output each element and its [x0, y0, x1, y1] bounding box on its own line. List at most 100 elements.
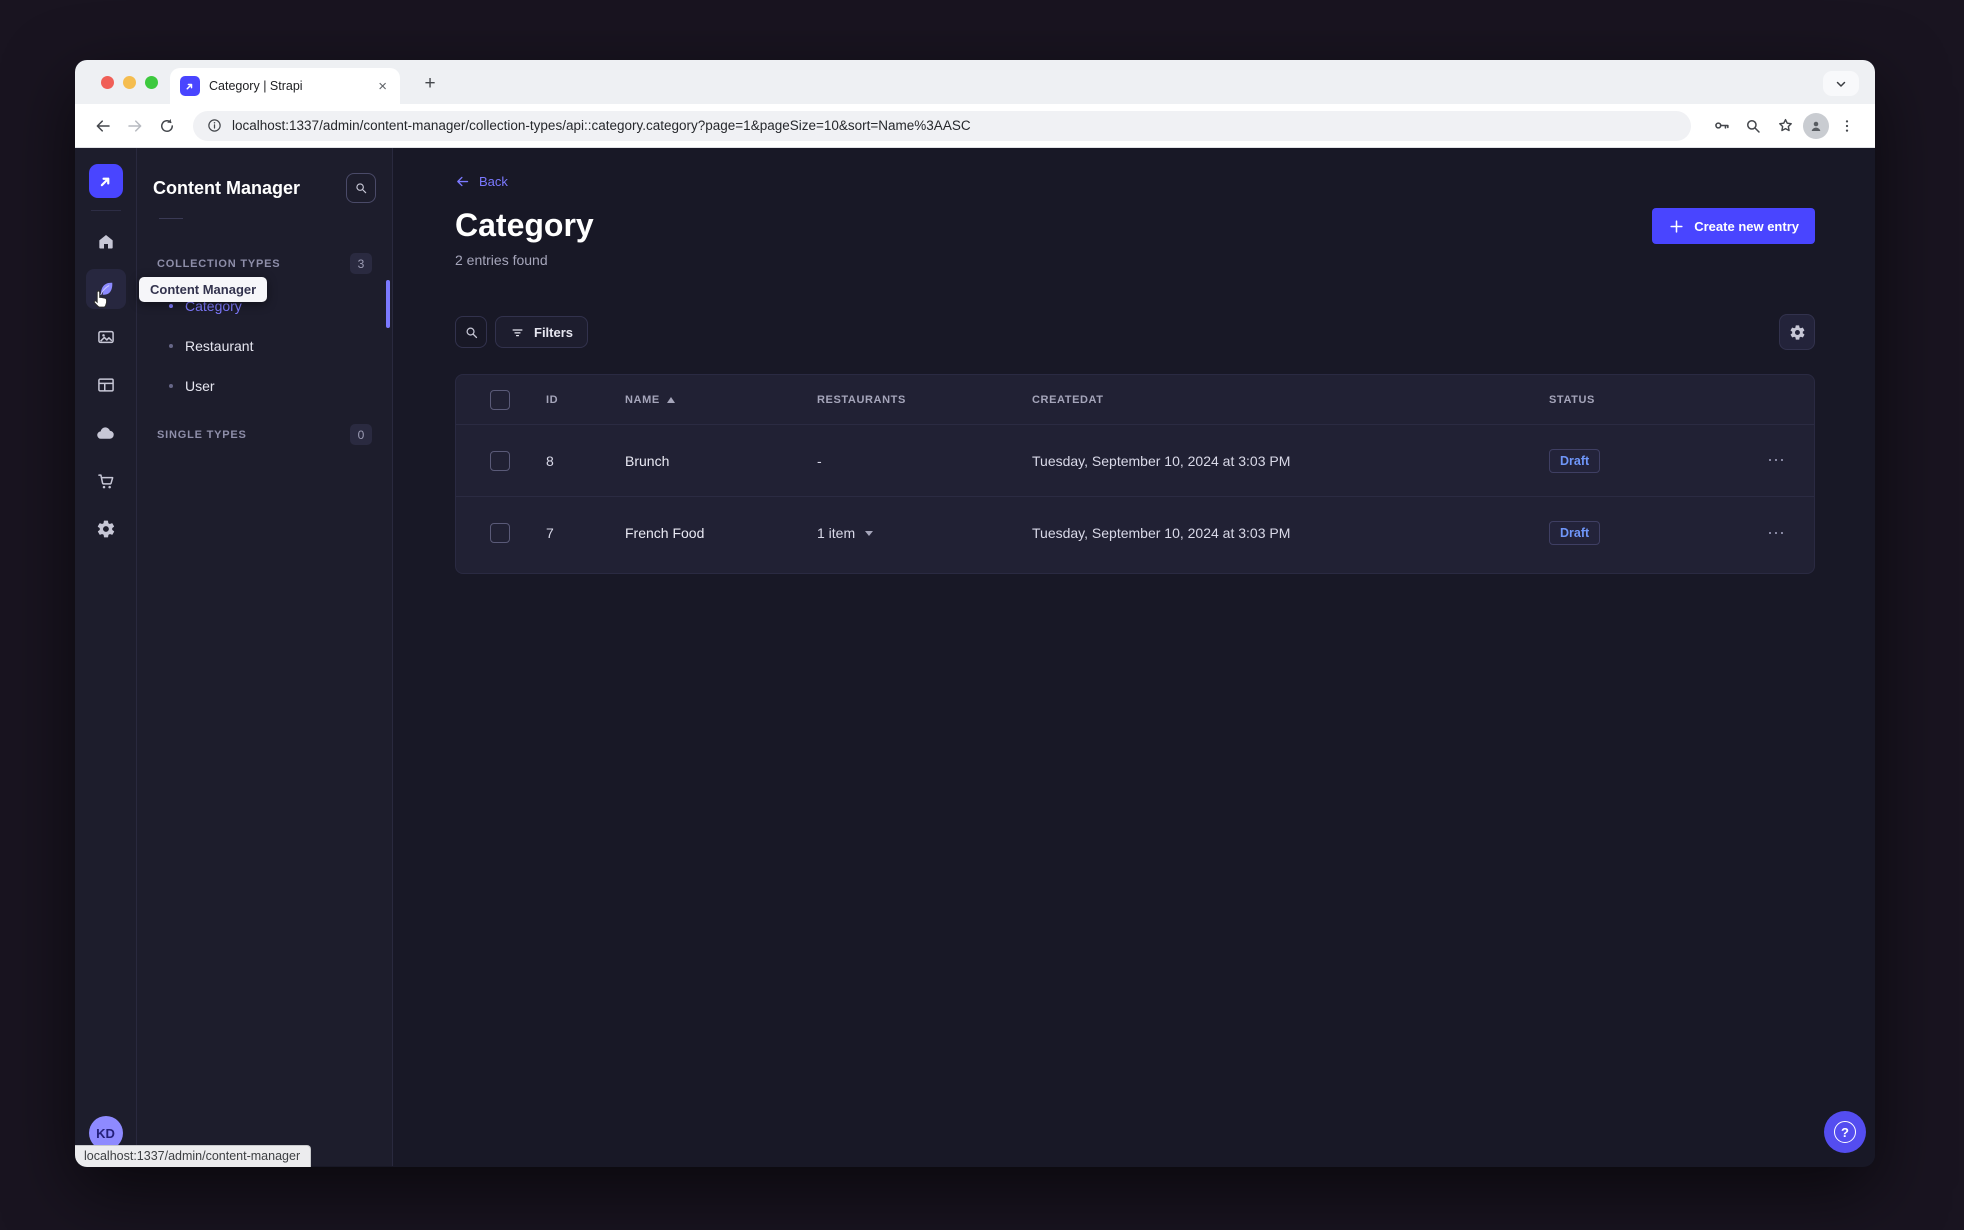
- column-header-id[interactable]: ID: [546, 394, 625, 406]
- layout-icon: [97, 378, 114, 392]
- bullet-icon: [169, 384, 173, 388]
- tab-close-icon[interactable]: ×: [375, 78, 390, 95]
- sort-ascending-icon: [666, 396, 675, 403]
- chevron-down-icon: [1836, 81, 1846, 87]
- entries-count: 2 entries found: [455, 252, 548, 268]
- filters-button[interactable]: Filters: [495, 316, 589, 348]
- question-mark-icon: ?: [1834, 1121, 1856, 1143]
- strapi-favicon-icon: [180, 76, 200, 96]
- column-header-createdat[interactable]: CREATEDAT: [1032, 394, 1549, 406]
- browser-profile-avatar[interactable]: [1803, 112, 1829, 139]
- relation-count-label: 1 item: [817, 525, 856, 541]
- sidebar-item-marketplace[interactable]: [86, 461, 126, 501]
- search-icon: [466, 327, 477, 338]
- collection-types-count-badge: 3: [350, 253, 372, 274]
- bullet-icon: [169, 344, 173, 348]
- info-icon[interactable]: [207, 118, 222, 133]
- sidebar-item-content-type-builder[interactable]: [86, 365, 126, 405]
- main-content: Back Category 2 entries found Create new…: [393, 148, 1875, 1166]
- sidebar-item-media-library[interactable]: [86, 317, 126, 357]
- cell-createdat: Tuesday, September 10, 2024 at 3:03 PM: [1032, 452, 1291, 469]
- table-header-row: ID NAME RESTAURANTS CREATEDAT STATUS: [456, 375, 1814, 425]
- cell-id: 8: [546, 452, 554, 469]
- cell-createdat: Tuesday, September 10, 2024 at 3:03 PM: [1032, 525, 1291, 541]
- window-minimize-button[interactable]: [123, 76, 136, 89]
- section-label: SINGLE TYPES: [157, 428, 247, 441]
- table-row[interactable]: 7 French Food 1 item Tuesday, September …: [456, 497, 1814, 569]
- single-types-section: SINGLE TYPES 0: [153, 424, 376, 445]
- back-link[interactable]: Back: [455, 174, 508, 189]
- page-title: Category: [455, 207, 594, 243]
- chevron-down-icon: [865, 530, 874, 536]
- cell-name: Brunch: [625, 452, 670, 469]
- address-bar[interactable]: localhost:1337/admin/content-manager/col…: [193, 110, 1691, 141]
- window-controls: [101, 76, 158, 89]
- bookmark-star-icon[interactable]: [1771, 112, 1799, 140]
- select-all-checkbox[interactable]: [490, 389, 510, 410]
- cloud-icon: [97, 426, 114, 439]
- table-search-button[interactable]: [455, 316, 487, 348]
- tab-search-button[interactable]: [1823, 71, 1859, 96]
- sidebar-item-home[interactable]: [86, 221, 126, 261]
- sidebar-item-cloud[interactable]: [86, 413, 126, 453]
- strapi-app: KD Content Manager COLLECTION TYPES 3 Ca…: [75, 148, 1875, 1166]
- column-header-restaurants[interactable]: RESTAURANTS: [817, 394, 1032, 406]
- browser-window: Category | Strapi × + localhost:1337/adm…: [75, 60, 1875, 1167]
- section-label: COLLECTION TYPES: [157, 257, 281, 270]
- subnav-search-button[interactable]: [346, 173, 376, 203]
- status-badge: Draft: [1549, 521, 1601, 545]
- back-label: Back: [479, 174, 508, 189]
- zoom-icon[interactable]: [1739, 112, 1767, 140]
- plus-icon: [1670, 219, 1683, 233]
- cell-restaurants: -: [817, 452, 822, 469]
- column-header-status[interactable]: STATUS: [1549, 394, 1745, 406]
- browser-tab-strip: Category | Strapi × +: [75, 60, 1875, 104]
- cell-name: French Food: [625, 525, 705, 541]
- filter-icon: [512, 328, 523, 336]
- table-row[interactable]: 8 Brunch - Tuesday, September 10, 2024 a…: [456, 425, 1814, 497]
- row-checkbox[interactable]: [490, 450, 510, 471]
- window-zoom-button[interactable]: [145, 76, 158, 89]
- hand-cursor-icon: [93, 290, 108, 308]
- arrow-left-icon: [457, 176, 469, 187]
- row-checkbox[interactable]: [490, 523, 510, 543]
- create-new-entry-button[interactable]: Create new entry: [1652, 208, 1815, 244]
- person-icon: [1811, 121, 1821, 131]
- collection-types-section: COLLECTION TYPES 3: [153, 253, 376, 274]
- password-key-icon[interactable]: [1707, 112, 1735, 140]
- subnav-item-user[interactable]: User: [153, 366, 376, 406]
- sidebar-item-settings[interactable]: [86, 509, 126, 549]
- filters-label: Filters: [534, 324, 574, 340]
- subnav-item-restaurant[interactable]: Restaurant: [153, 326, 376, 366]
- strapi-logo[interactable]: [88, 164, 123, 198]
- new-tab-button[interactable]: +: [417, 71, 443, 97]
- browser-toolbar: localhost:1337/admin/content-manager/col…: [75, 104, 1875, 148]
- subnav-item-label: Restaurant: [185, 338, 254, 354]
- back-button[interactable]: [89, 112, 117, 140]
- page-heading: Category 2 entries found: [455, 206, 594, 268]
- forward-button[interactable]: [121, 112, 149, 140]
- link-status-bar: localhost:1337/admin/content-manager: [75, 1145, 312, 1167]
- gear-icon: [97, 520, 114, 538]
- entries-table: ID NAME RESTAURANTS CREATEDAT STATUS 8 B…: [455, 374, 1815, 574]
- view-settings-button[interactable]: [1779, 314, 1815, 350]
- subnav-scrollbar-thumb[interactable]: [386, 280, 390, 328]
- row-actions-button[interactable]: ⋯: [1745, 523, 1814, 544]
- content-manager-tooltip: Content Manager: [139, 277, 268, 302]
- cell-restaurants-expander[interactable]: 1 item: [817, 525, 1032, 541]
- browser-menu-icon[interactable]: [1833, 112, 1861, 140]
- browser-tab[interactable]: Category | Strapi ×: [170, 68, 400, 104]
- cart-icon: [97, 474, 113, 489]
- help-button[interactable]: ?: [1824, 1111, 1866, 1153]
- column-header-name[interactable]: NAME: [625, 394, 817, 406]
- create-button-label: Create new entry: [1694, 218, 1799, 234]
- tab-title: Category | Strapi: [209, 79, 303, 93]
- url-text: localhost:1337/admin/content-manager/col…: [232, 118, 971, 133]
- row-actions-button[interactable]: ⋯: [1745, 450, 1814, 471]
- gear-icon: [1790, 324, 1804, 340]
- bullet-icon: [169, 304, 173, 308]
- search-icon: [356, 183, 367, 194]
- subnav-title: Content Manager: [153, 177, 301, 198]
- window-close-button[interactable]: [101, 76, 114, 89]
- reload-button[interactable]: [153, 112, 181, 140]
